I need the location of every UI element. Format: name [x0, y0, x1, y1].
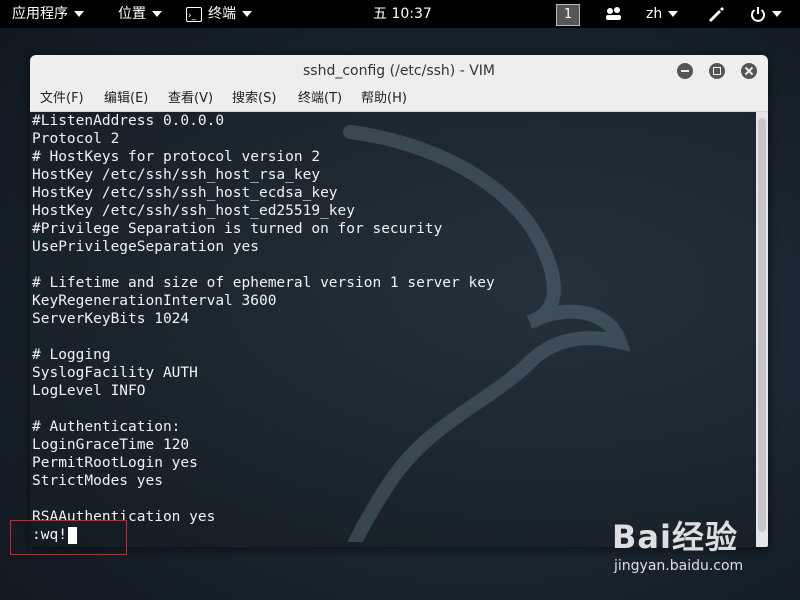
- code-line: Protocol 2: [32, 131, 120, 147]
- terminal-app-menu[interactable]: 终端: [186, 0, 252, 30]
- menu-view[interactable]: 查看(V): [168, 87, 213, 111]
- code-line: LogLevel INFO: [32, 383, 146, 399]
- file-content: #ListenAddress 0.0.0.0 Protocol 2 # Host…: [32, 112, 495, 526]
- workspace-number: 1: [556, 4, 580, 26]
- code-line: HostKey /etc/ssh/ssh_host_ed25519_key: [32, 203, 356, 219]
- baidu-watermark: Bai经验 jingyan.baidu.com: [612, 512, 743, 574]
- code-line: HostKey /etc/ssh/ssh_host_ecdsa_key: [32, 185, 338, 201]
- applications-menu[interactable]: 应用程序: [12, 0, 84, 28]
- language-label: zh: [646, 6, 663, 22]
- places-menu[interactable]: 位置: [118, 0, 162, 28]
- caret-down-icon: [668, 11, 679, 17]
- power-icon: [751, 7, 765, 22]
- terminal-area[interactable]: #ListenAddress 0.0.0.0 Protocol 2 # Host…: [30, 112, 768, 547]
- workspace-indicator[interactable]: 1: [556, 0, 580, 28]
- caret-down-icon: [74, 11, 84, 17]
- scrollbar[interactable]: [756, 112, 768, 547]
- code-line: UsePrivilegeSeparation yes: [32, 239, 259, 255]
- clock[interactable]: 五 10:37: [373, 0, 432, 28]
- minimize-icon[interactable]: [677, 63, 693, 79]
- code-line: # Lifetime and size of ephemeral version…: [32, 275, 495, 291]
- power-menu[interactable]: [750, 0, 782, 28]
- code-line: PermitRootLogin yes: [32, 455, 198, 471]
- menu-help[interactable]: 帮助(H): [361, 87, 407, 111]
- menu-bar: 文件(F) 编辑(E) 查看(V) 搜索(S) 终端(T) 帮助(H): [30, 87, 768, 112]
- code-line: # Authentication:: [32, 419, 181, 435]
- code-line: KeyRegenerationInterval 3600: [32, 293, 277, 309]
- scrollbar-thumb[interactable]: [758, 118, 766, 532]
- menu-search[interactable]: 搜索(S): [232, 87, 276, 111]
- applications-label: 应用程序: [12, 6, 68, 22]
- code-line: #ListenAddress 0.0.0.0: [32, 113, 225, 129]
- window-title: sshd_config (/etc/ssh) - VIM: [303, 63, 495, 79]
- code-line: # Logging: [32, 347, 111, 363]
- maximize-icon[interactable]: [709, 63, 725, 79]
- people-icon[interactable]: [604, 0, 624, 28]
- close-icon[interactable]: [741, 63, 757, 79]
- highlight-box: [10, 520, 127, 555]
- menu-edit[interactable]: 编辑(E): [104, 87, 148, 111]
- caret-down-icon: [152, 11, 162, 17]
- code-line: StrictModes yes: [32, 473, 163, 489]
- watermark-brand: Bai经验: [612, 518, 738, 556]
- code-line: ServerKeyBits 1024: [32, 311, 190, 327]
- caret-down-icon: [772, 11, 782, 17]
- terminal-label: 终端: [208, 6, 236, 22]
- menu-terminal[interactable]: 终端(T): [298, 87, 342, 111]
- watermark-url: jingyan.baidu.com: [614, 558, 744, 574]
- title-bar[interactable]: sshd_config (/etc/ssh) - VIM: [30, 55, 768, 87]
- code-line: #Privilege Separation is turned on for s…: [32, 221, 443, 237]
- language-menu[interactable]: zh: [646, 0, 679, 28]
- pen-icon[interactable]: [706, 0, 726, 28]
- menu-file[interactable]: 文件(F): [40, 87, 84, 111]
- vim-window: sshd_config (/etc/ssh) - VIM 文件(F) 编辑(E)…: [30, 55, 768, 547]
- code-line: SyslogFacility AUTH: [32, 365, 198, 381]
- code-line: HostKey /etc/ssh/ssh_host_rsa_key: [32, 167, 321, 183]
- places-label: 位置: [118, 6, 146, 22]
- code-line: # HostKeys for protocol version 2: [32, 149, 321, 165]
- top-panel: 应用程序 位置 终端 五 10:37 1 zh: [0, 0, 800, 30]
- terminal-icon: [186, 2, 202, 30]
- code-line: LoginGraceTime 120: [32, 437, 190, 453]
- caret-down-icon: [242, 11, 252, 17]
